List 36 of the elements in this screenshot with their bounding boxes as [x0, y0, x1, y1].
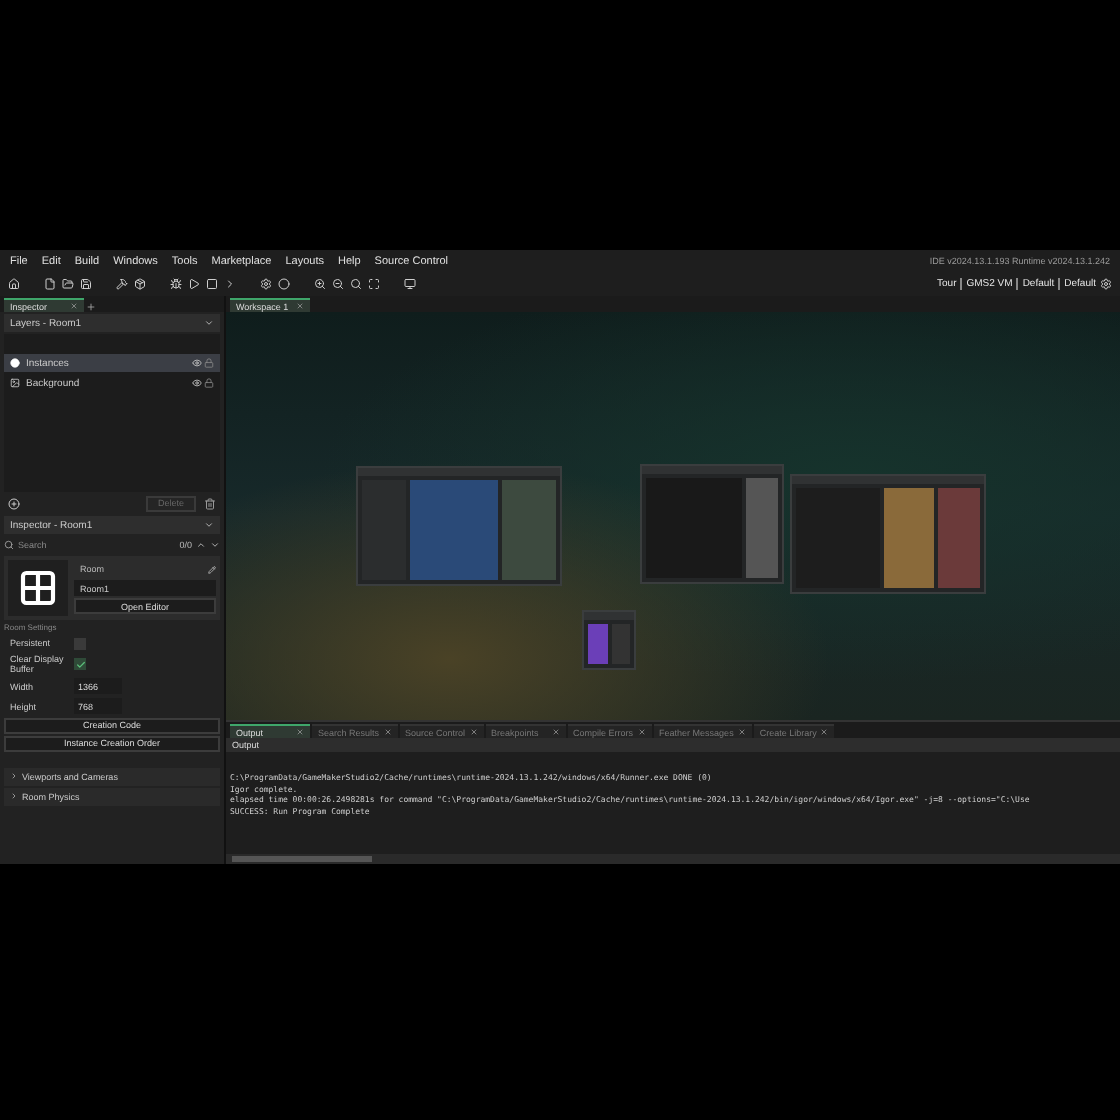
hammer-icon[interactable]	[116, 278, 128, 290]
previous-icon[interactable]	[196, 540, 206, 550]
package-icon[interactable]	[134, 278, 146, 290]
zoom-out-icon[interactable]	[332, 278, 344, 290]
trash-icon[interactable]	[204, 497, 216, 509]
bug-icon[interactable]	[170, 278, 182, 290]
home-icon[interactable]	[8, 278, 20, 290]
next-icon[interactable]	[210, 540, 220, 550]
add-tab-icon[interactable]	[86, 302, 96, 312]
caret-icon	[204, 520, 214, 530]
circle-icon[interactable]	[278, 278, 290, 290]
search-icon	[4, 540, 14, 550]
save-icon[interactable]	[80, 278, 92, 290]
edit-icon[interactable]	[208, 565, 216, 573]
editor-window-drawing[interactable]	[790, 474, 986, 594]
stop-icon[interactable]	[206, 278, 218, 290]
search-icon[interactable]	[350, 278, 362, 290]
step-icon[interactable]	[224, 278, 236, 290]
open-folder-icon[interactable]	[62, 278, 74, 290]
lock-icon[interactable]	[204, 378, 214, 388]
lock-icon[interactable]	[204, 358, 214, 368]
settings-icon[interactable]	[1100, 278, 1112, 290]
checkbox[interactable]	[74, 658, 86, 671]
settings-icon[interactable]	[260, 278, 272, 290]
caret-icon	[204, 318, 214, 328]
room-icon	[8, 560, 68, 616]
eye-icon[interactable]	[192, 358, 202, 368]
new-file-icon[interactable]	[44, 278, 56, 290]
zoom-in-icon[interactable]	[314, 278, 326, 290]
image-icon	[10, 378, 20, 388]
eye-icon[interactable]	[192, 378, 202, 388]
checkbox[interactable]	[74, 637, 86, 649]
play-icon[interactable]	[188, 278, 200, 290]
circle-icon	[10, 358, 20, 368]
monitor-icon[interactable]	[404, 278, 416, 290]
add-layer-icon[interactable]	[8, 497, 20, 509]
